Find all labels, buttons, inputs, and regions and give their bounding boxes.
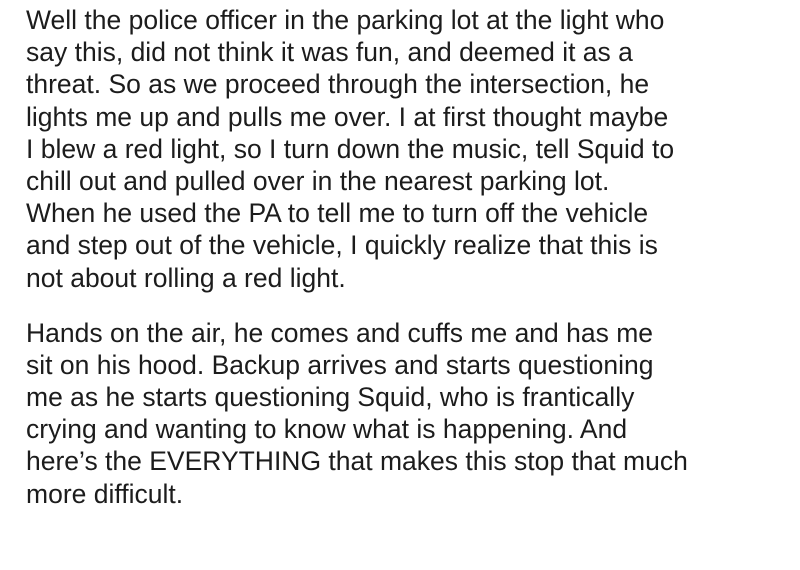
paragraph-2: Hands on the air, he comes and cuffs me … <box>26 317 786 510</box>
paragraph-1: Well the police officer in the parking l… <box>26 4 786 294</box>
post-text: Well the police officer in the parking l… <box>26 4 786 510</box>
text-line: here’s the EVERYTHING that makes this st… <box>26 446 688 477</box>
text-line: crying and wanting to know what is happe… <box>26 414 628 445</box>
text-line: and step out of the vehicle, I quickly r… <box>26 230 658 261</box>
text-line: say this, did not think it was fun, and … <box>26 37 633 68</box>
text-line: When he used the PA to tell me to turn o… <box>26 198 649 229</box>
text-line: lights me up and pulls me over. I at fir… <box>26 101 669 132</box>
text-line: sit on his hood. Backup arrives and star… <box>26 349 654 380</box>
text-line: I blew a red light, so I turn down the m… <box>26 133 675 164</box>
text-line: not about rolling a red light. <box>26 262 346 293</box>
text-line: Well the police officer in the parking l… <box>26 5 665 35</box>
text-line: threat. So as we proceed through the int… <box>26 69 650 100</box>
text-line: me as he starts questioning Squid, who i… <box>26 382 635 413</box>
text-line: Hands on the air, he comes and cuffs me … <box>26 317 654 348</box>
text-line: more difficult. <box>26 478 184 509</box>
text-line: chill out and pulled over in the nearest… <box>26 165 610 196</box>
